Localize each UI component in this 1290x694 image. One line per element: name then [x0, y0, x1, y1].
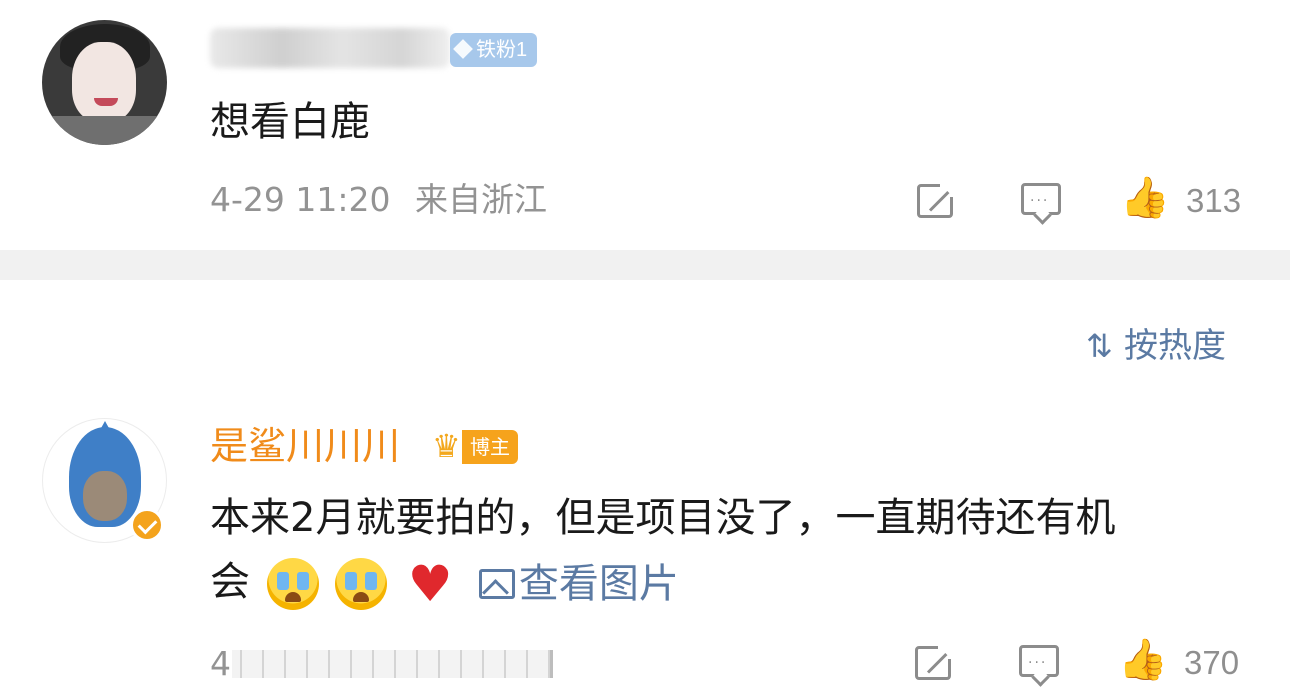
heart-emoji-icon: ♥: [407, 555, 453, 613]
blogger-badge-label: 博主: [462, 430, 518, 464]
image-icon: [478, 569, 515, 599]
view-image-link[interactable]: 查看图片: [478, 561, 679, 607]
comment-text-continued: 会: [210, 559, 250, 605]
comment-time: 4: [210, 644, 231, 683]
like-count: 313: [1186, 182, 1242, 219]
fan-badge[interactable]: 铁粉1: [450, 33, 538, 67]
view-image-label: 查看图片: [518, 561, 679, 607]
avatar[interactable]: [42, 20, 167, 145]
comment-text: 想看白鹿: [210, 99, 370, 145]
comment-meta: 4-29 11:20 来自浙江: [210, 180, 547, 220]
share-icon: [917, 181, 956, 218]
comment-icon: ···: [1019, 645, 1059, 687]
share-icon: [915, 643, 954, 680]
comment-text-line-2: 会 ♥ 查看图片: [210, 558, 679, 612]
comment-text: 本来2月就要拍的，但是项目没了，一直期待还有机: [210, 495, 1116, 541]
comment-icon: ···: [1021, 183, 1061, 225]
like-icon: 👍: [1120, 175, 1170, 221]
username[interactable]: 是鲨川川川: [210, 422, 400, 470]
crying-emoji-icon: [335, 558, 388, 610]
fan-badge-label: 铁粉1: [476, 39, 528, 61]
diamond-icon: [453, 39, 473, 59]
sort-by-hotness-button[interactable]: ⇅ 按热度: [1086, 324, 1226, 368]
comment-time: 4-29 11:20: [210, 180, 391, 219]
crying-emoji-icon: [266, 558, 319, 610]
verified-icon: [130, 508, 164, 542]
like-count: 370: [1184, 644, 1240, 681]
sort-icon: ⇅: [1086, 327, 1113, 365]
username-blurred[interactable]: [210, 28, 450, 68]
like-icon: 👍: [1118, 637, 1168, 683]
comment-meta-obscured: [232, 650, 553, 678]
section-divider: [0, 250, 1290, 280]
comment-location: 来自浙江: [415, 180, 547, 219]
sort-label: 按热度: [1124, 326, 1226, 366]
